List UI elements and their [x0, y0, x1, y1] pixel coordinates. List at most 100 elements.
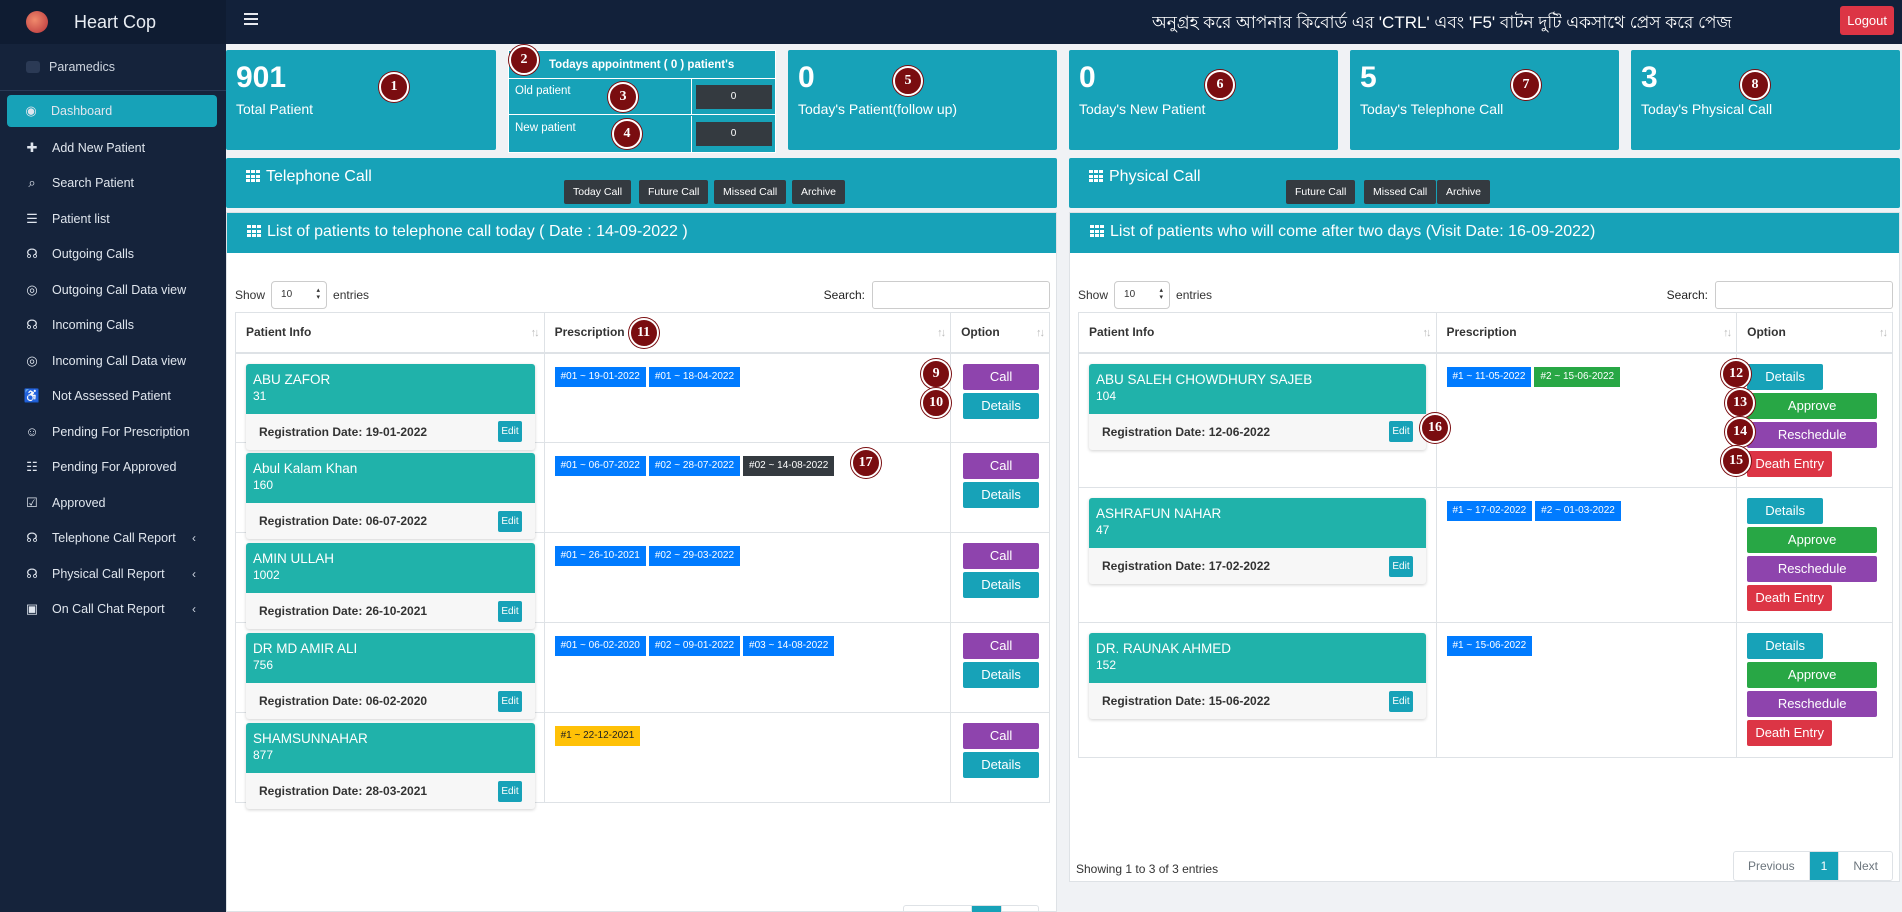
- sidebar-item-on-call-chat-report[interactable]: ▣ On Call Chat Report ‹: [0, 592, 226, 628]
- edit-button[interactable]: Edit: [498, 421, 522, 442]
- approve-button[interactable]: Approve: [1747, 392, 1878, 419]
- details-button[interactable]: Details: [1747, 498, 1824, 524]
- patient-card-header[interactable]: ASHRAFUN NAHAR 47: [1089, 498, 1426, 548]
- prescription-tag[interactable]: #02 ~ 28-07-2022: [648, 456, 741, 476]
- patient-card-header[interactable]: Abul Kalam Khan 160: [246, 453, 535, 503]
- call-button[interactable]: Call: [963, 453, 1040, 479]
- prescription-tag[interactable]: #01 ~ 06-07-2022: [554, 456, 646, 476]
- details-button[interactable]: Details: [963, 662, 1040, 688]
- edit-button[interactable]: Edit: [498, 780, 522, 802]
- missed-call-button[interactable]: Missed Call: [1364, 180, 1437, 204]
- call-button[interactable]: Call: [963, 543, 1040, 569]
- patient-card-header[interactable]: ABU SALEH CHOWDHURY SAJEB 104: [1089, 363, 1426, 414]
- sidebar-item-outgoing-call-data-view[interactable]: ◎ Outgoing Call Data view: [0, 272, 226, 308]
- death-entry-button[interactable]: Death Entry: [1747, 720, 1833, 746]
- stat-total-patient[interactable]: 901 Total Patient 1: [226, 50, 496, 150]
- prescription-tag[interactable]: #2 ~ 15-06-2022: [1534, 366, 1621, 387]
- sidebar-item-telephone-call-report[interactable]: ☊ Telephone Call Report ‹: [0, 521, 226, 557]
- missed-call-button[interactable]: Missed Call: [714, 180, 787, 204]
- show-label: Show: [1078, 288, 1109, 302]
- prescription-tag[interactable]: #02 ~ 29-03-2022: [648, 546, 741, 566]
- sidebar-item-pending-for-approved[interactable]: ☷ Pending For Approved: [0, 450, 226, 486]
- prescription-tag[interactable]: #2 ~ 01-03-2022: [1535, 501, 1621, 521]
- col-prescription[interactable]: Prescription ↑↓: [1435, 312, 1738, 354]
- prescription-tag[interactable]: #01 ~ 18-04-2022: [648, 366, 741, 387]
- archive-button[interactable]: Archive: [1437, 180, 1491, 204]
- reschedule-button[interactable]: Reschedule: [1747, 421, 1878, 448]
- sidebar-item-add-new-patient[interactable]: ✚ Add New Patient: [0, 130, 226, 166]
- col-prescription[interactable]: Prescription ↑↓ 11: [543, 312, 952, 354]
- today-call-button[interactable]: Today Call: [564, 180, 632, 204]
- death-entry-button[interactable]: Death Entry: [1747, 585, 1833, 611]
- prescription-tag[interactable]: #03 ~ 14-08-2022: [743, 636, 835, 656]
- prescription-tag[interactable]: #02 ~ 09-01-2022: [648, 636, 741, 656]
- details-button[interactable]: Details: [1747, 363, 1824, 390]
- reschedule-button[interactable]: Reschedule: [1747, 691, 1878, 717]
- patient-card-header[interactable]: SHAMSUNNAHAR 877: [246, 723, 535, 773]
- stat-followup[interactable]: 0 Today's Patient(follow up) 5: [788, 50, 1057, 150]
- col-patient-info[interactable]: Patient Info ↑↓: [1078, 312, 1437, 354]
- approve-button[interactable]: Approve: [1747, 527, 1878, 553]
- col-option[interactable]: Option ↑↓: [950, 312, 1050, 354]
- sidebar-item-approved[interactable]: ☑ Approved: [0, 485, 226, 521]
- archive-button[interactable]: Archive: [792, 180, 846, 204]
- sidebar-item-dashboard[interactable]: ◉ Dashboard: [7, 95, 217, 127]
- patient-card-header[interactable]: DR. RAUNAK AHMED 152: [1089, 633, 1426, 683]
- edit-button[interactable]: Edit: [498, 510, 522, 532]
- page-1-button[interactable]: 1: [1809, 852, 1840, 880]
- stat-physical-call[interactable]: 3 Today's Physical Call 8: [1631, 50, 1900, 150]
- call-button[interactable]: Call: [963, 723, 1040, 749]
- reschedule-button[interactable]: Reschedule: [1747, 556, 1878, 582]
- logout-button[interactable]: Logout: [1840, 6, 1894, 35]
- edit-button[interactable]: Edit: [1389, 421, 1413, 442]
- details-button[interactable]: Details: [963, 482, 1040, 508]
- previous-page-button[interactable]: Previous: [1734, 852, 1810, 880]
- patient-card-header[interactable]: ABU ZAFOR 31: [246, 363, 535, 414]
- sidebar-item-physical-call-report[interactable]: ☊ Physical Call Report ‹: [0, 556, 226, 592]
- sidebar-item-not-assessed-patient[interactable]: ♿ Not Assessed Patient: [0, 379, 226, 415]
- edit-button[interactable]: Edit: [498, 690, 522, 712]
- future-call-button[interactable]: Future Call: [1286, 180, 1356, 204]
- patient-card-header[interactable]: DR MD AMIR ALI 756: [246, 633, 535, 683]
- future-call-button[interactable]: Future Call: [639, 180, 709, 204]
- details-button[interactable]: Details: [963, 752, 1040, 778]
- edit-button[interactable]: Edit: [1389, 690, 1413, 712]
- sidebar-item-outgoing-calls[interactable]: ☊ Outgoing Calls: [0, 237, 226, 273]
- prescription-tag[interactable]: #02 ~ 14-08-2022: [743, 456, 835, 476]
- sidebar-item-pending-for-prescription[interactable]: ☺ Pending For Prescription: [0, 414, 226, 450]
- menu-toggle-icon[interactable]: [244, 13, 258, 25]
- details-button[interactable]: Details: [1747, 633, 1824, 659]
- entries-select[interactable]: 10: [1114, 281, 1171, 309]
- edit-button[interactable]: Edit: [1389, 555, 1413, 577]
- next-page-button[interactable]: Next: [1839, 852, 1892, 880]
- sidebar-item-search-patient[interactable]: ⌕ Search Patient: [0, 166, 226, 202]
- details-button[interactable]: Details: [963, 572, 1040, 598]
- search-input[interactable]: [872, 281, 1050, 309]
- col-patient-info[interactable]: Patient Info ↑↓: [235, 312, 545, 354]
- prescription-tag[interactable]: #1 ~ 17-02-2022: [1446, 501, 1533, 521]
- entries-select[interactable]: 10: [271, 281, 328, 309]
- sidebar-item-incoming-call-data-view[interactable]: ◎ Incoming Call Data view: [0, 343, 226, 379]
- approve-button[interactable]: Approve: [1747, 662, 1878, 688]
- patient-card-header[interactable]: AMIN ULLAH 1002: [246, 543, 535, 593]
- edit-button[interactable]: Edit: [498, 600, 522, 622]
- search-input[interactable]: [1715, 281, 1893, 309]
- stat-new-patient[interactable]: 0 Today's New Patient 6: [1069, 50, 1338, 150]
- death-entry-button[interactable]: Death Entry: [1747, 450, 1833, 477]
- prescription-tag[interactable]: #01 ~ 06-02-2020: [554, 636, 646, 656]
- physical-list-title: List of patients who will come after two…: [1110, 223, 1596, 240]
- prescription-tag[interactable]: #1 ~ 11-05-2022: [1446, 366, 1532, 387]
- stat-telephone-call[interactable]: 5 Today's Telephone Call 7: [1350, 50, 1619, 150]
- patient-id: 1002: [253, 568, 280, 582]
- prescription-tag[interactable]: #1 ~ 22-12-2021: [554, 726, 641, 746]
- details-button[interactable]: Details: [963, 392, 1040, 419]
- col-option[interactable]: Option ↑↓: [1736, 312, 1893, 354]
- sidebar-item-patient-list[interactable]: ☰ Patient list: [0, 201, 226, 237]
- call-button[interactable]: Call: [963, 633, 1040, 659]
- prescription-tag[interactable]: #01 ~ 26-10-2021: [554, 546, 646, 566]
- brand[interactable]: Heart Cop: [0, 0, 226, 44]
- call-button[interactable]: Call: [963, 363, 1040, 390]
- sidebar-item-incoming-calls[interactable]: ☊ Incoming Calls: [0, 308, 226, 344]
- prescription-tag[interactable]: #1 ~ 15-06-2022: [1446, 636, 1533, 656]
- prescription-tag[interactable]: #01 ~ 19-01-2022: [554, 366, 646, 387]
